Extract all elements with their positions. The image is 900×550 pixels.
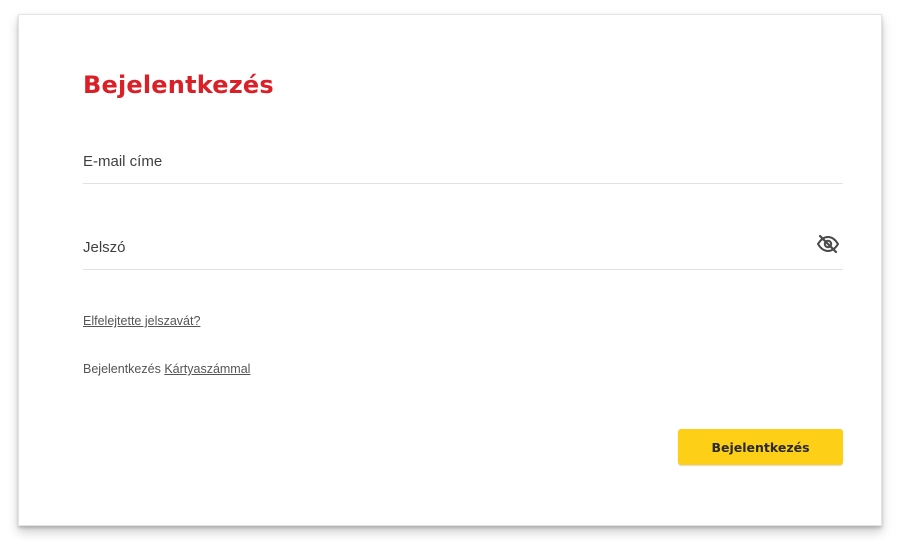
card-number-login-link[interactable]: Kártyaszámmal <box>164 362 250 376</box>
password-field-underline <box>83 269 843 270</box>
email-field[interactable] <box>83 141 803 181</box>
email-field-wrapper <box>83 141 843 184</box>
card-login-prefix: Bejelentkezés <box>83 362 161 376</box>
card-login-row: Bejelentkezés Kártyaszámmal <box>83 362 250 376</box>
password-field[interactable] <box>83 227 803 267</box>
password-field-wrapper <box>83 227 843 270</box>
forgot-password-row: Elfelejtette jelszavát? <box>83 314 200 328</box>
password-visibility-toggle[interactable] <box>815 234 841 259</box>
forgot-password-link[interactable]: Elfelejtette jelszavát? <box>83 314 200 328</box>
login-button[interactable]: Bejelentkezés <box>678 429 843 465</box>
login-card: Bejelentkezés Elfelejtette jelszavát? Be… <box>18 14 882 526</box>
eye-off-icon <box>816 234 840 259</box>
page-title: Bejelentkezés <box>83 71 274 99</box>
email-field-underline <box>83 183 843 184</box>
